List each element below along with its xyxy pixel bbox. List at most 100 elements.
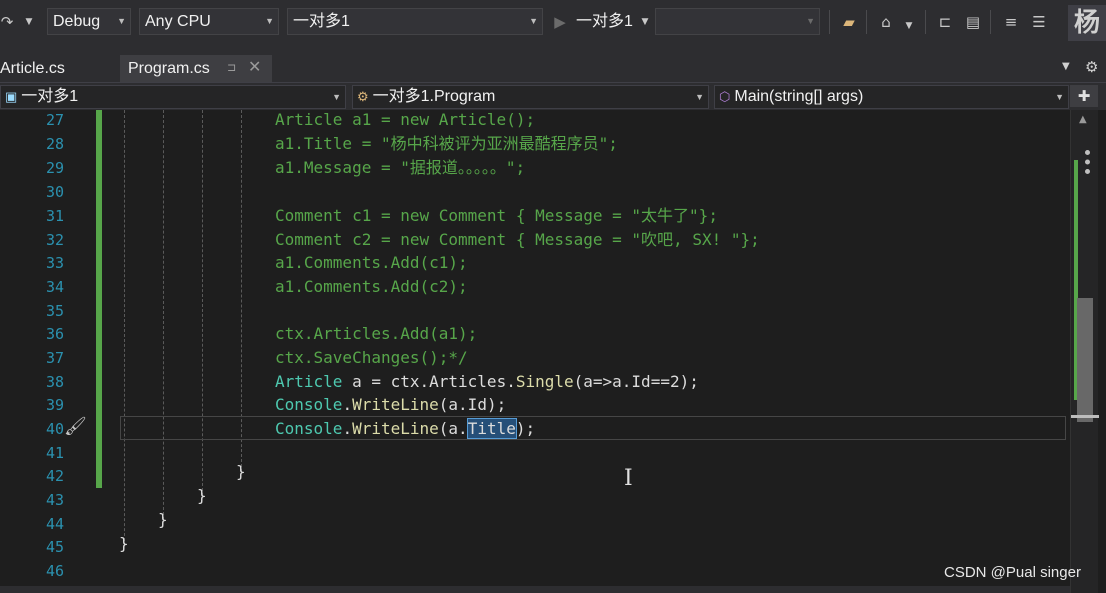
tab-program-cs[interactable]: Program.cs ⊐ ✕: [120, 55, 272, 82]
tab-label: Article.cs: [0, 60, 65, 77]
code-line-38: Article a = ctx.Articles.Single(a=>a.Id=…: [275, 370, 699, 394]
solution-platform-dropdown[interactable]: Any CPU ▼: [139, 8, 279, 35]
quick-actions-brush-icon[interactable]: 🖌: [64, 416, 92, 440]
scroll-up-icon[interactable]: ▲: [1079, 114, 1087, 125]
scrollbar-thumb[interactable]: [1077, 298, 1093, 422]
format-icon[interactable]: ⊏: [934, 11, 956, 33]
home-icon[interactable]: ⌂: [875, 11, 897, 33]
chevron-down-icon: ▼: [806, 16, 815, 26]
line-number: 29: [45, 159, 64, 177]
line-number: 46: [45, 562, 64, 580]
member-label: Main(string[] args): [734, 88, 864, 105]
code-line-34: a1.Comments.Add(c2);: [275, 277, 468, 296]
chevron-down-icon: ▼: [117, 16, 126, 26]
line-number: 37: [45, 349, 64, 367]
selected-text[interactable]: Title: [466, 418, 517, 439]
debug-target-dropdown[interactable]: ▼: [655, 8, 820, 35]
code-line-28: a1.Title = "杨中科被评为亚洲最酷程序员";: [275, 134, 618, 153]
code-line-29: a1.Message = "据报道。。。。。";: [275, 158, 526, 177]
pin-icon[interactable]: ⊐: [227, 55, 236, 82]
change-tracking-bar: [96, 110, 102, 488]
method-icon: ⬡: [719, 89, 731, 104]
indent-icon[interactable]: ▤: [962, 11, 984, 33]
type-token: Article: [275, 372, 343, 391]
redo-dropdown-icon[interactable]: ▼: [18, 11, 40, 33]
toolbar: ↷ ▼ Debug ▼ Any CPU ▼ 一对多1 ▼ ▶ 一对多1 ▼ ▼ …: [0, 0, 1106, 44]
solution-configuration-dropdown[interactable]: Debug ▼: [47, 8, 131, 35]
line-number: 45: [45, 538, 64, 556]
current-line-highlight: [120, 416, 1066, 440]
folder-icon[interactable]: ▰: [838, 11, 860, 33]
code-token: (a.Id);: [438, 395, 507, 414]
project-dropdown[interactable]: ▣ 一对多1 ▼: [0, 85, 346, 109]
split-window-button[interactable]: ✚: [1070, 85, 1098, 107]
code-line-27: Article a1 = new Article();: [275, 110, 536, 129]
line-number: 27: [45, 111, 64, 129]
comment-icon[interactable]: ≡: [1000, 11, 1022, 33]
code-token: .: [342, 419, 353, 438]
closing-brace: }: [197, 486, 207, 505]
run-target-label[interactable]: 一对多1: [576, 8, 633, 35]
home-dropdown-icon[interactable]: ▼: [898, 15, 920, 37]
method-token: Single: [515, 372, 574, 391]
code-editor[interactable]: 27 28 29 30 31 32 33 34 35 36 37 38 39 4…: [0, 110, 1070, 593]
code-line-39: Console.WriteLine(a.Id);: [275, 393, 506, 417]
type-dropdown[interactable]: ⚙ 一对多1.Program ▼: [352, 85, 709, 109]
solution-platform-value: Any CPU: [145, 13, 211, 30]
line-number: 33: [45, 254, 64, 272]
navigation-bar: ▣ 一对多1 ▼ ⚙ 一对多1.Program ▼ ⬡ Main(string[] a…: [0, 82, 1106, 110]
chevron-down-icon: ▼: [265, 16, 274, 26]
line-number: 39: [45, 396, 64, 414]
status-strip: [0, 586, 1070, 593]
line-number: 36: [45, 325, 64, 343]
line-number: 31: [45, 207, 64, 225]
toolbar-separator: [925, 10, 926, 34]
toolbar-separator: [829, 10, 830, 34]
code-line-32: Comment c2 = new Comment { Message = "吹吧…: [275, 230, 760, 249]
scrollbar-caret-marker: [1071, 415, 1099, 418]
start-icon[interactable]: ▶: [549, 11, 571, 33]
close-icon[interactable]: ✕: [248, 54, 261, 81]
vertical-scrollbar[interactable]: ▲: [1070, 110, 1099, 593]
run-target-chevron-icon[interactable]: ▼: [634, 11, 656, 33]
line-number: 42: [45, 467, 64, 485]
code-line-37: ctx.SaveChanges();*/: [275, 348, 468, 367]
line-number: 35: [45, 302, 64, 320]
code-token: );: [515, 419, 536, 438]
code-line-31: Comment c1 = new Comment { Message = "太牛…: [275, 206, 718, 225]
line-number: 41: [45, 444, 64, 462]
member-dropdown[interactable]: ⬡ Main(string[] args) ▼: [714, 85, 1069, 109]
chevron-down-icon: ▼: [1055, 92, 1064, 102]
avatar[interactable]: 杨: [1068, 5, 1106, 41]
type-token: Console: [275, 419, 343, 438]
gear-icon[interactable]: ⚙: [1085, 58, 1098, 76]
line-number: 44: [45, 515, 64, 533]
code-token: (a.: [438, 419, 468, 438]
solution-configuration-value: Debug: [53, 13, 101, 30]
tab-list-dropdown-icon[interactable]: ▼: [1062, 61, 1070, 72]
method-token: WriteLine: [352, 395, 439, 414]
code-line-36: ctx.Articles.Add(a1);: [275, 324, 478, 343]
scrollbar-marker: [1085, 150, 1091, 174]
code-token: .: [342, 395, 353, 414]
tab-article-cs[interactable]: Article.cs: [0, 55, 120, 82]
line-number: 40: [45, 420, 64, 438]
line-number: 30: [45, 183, 64, 201]
toolbar-separator: [990, 10, 991, 34]
closing-brace: }: [158, 510, 168, 529]
code-line-40: Console.WriteLine(a.Title);: [275, 417, 535, 441]
startup-project-dropdown[interactable]: 一对多1 ▼: [287, 8, 543, 35]
project-label: 一对多1: [21, 88, 79, 105]
chevron-down-icon: ▼: [529, 16, 538, 26]
type-label: 一对多1.Program: [372, 88, 496, 105]
toolbar-separator: [866, 10, 867, 34]
code-token: (a=>a.Id==2);: [573, 372, 699, 391]
redo-icon[interactable]: ↷: [0, 11, 18, 33]
class-icon: ⚙: [357, 89, 369, 104]
uncomment-icon[interactable]: ☰: [1028, 11, 1050, 33]
type-token: Console: [275, 395, 343, 414]
tab-strip: Article.cs Program.cs ⊐ ✕ ▼ ⚙: [0, 44, 1106, 82]
line-number: 28: [45, 135, 64, 153]
chevron-down-icon: ▼: [332, 92, 341, 102]
line-number: 32: [45, 231, 64, 249]
